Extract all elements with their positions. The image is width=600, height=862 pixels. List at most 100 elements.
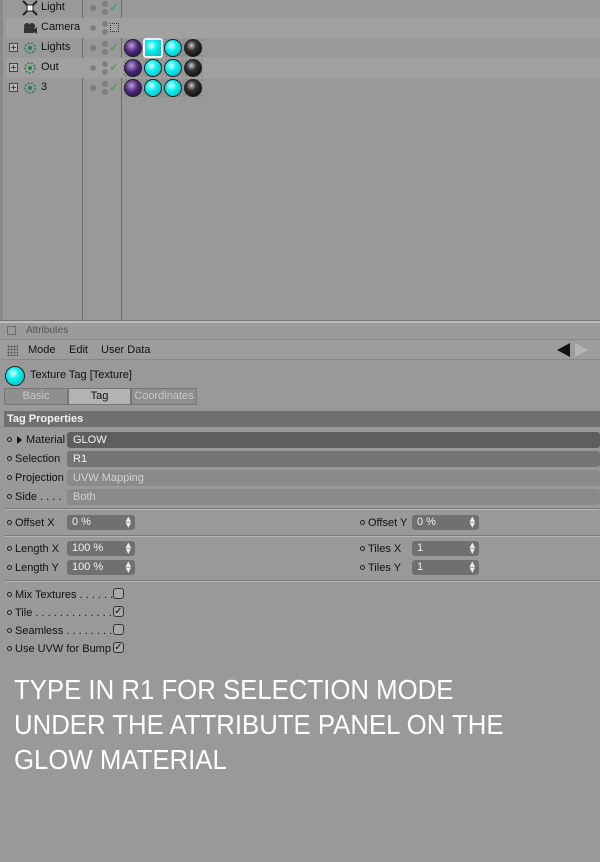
visibility-dots[interactable]: ✓ [88, 60, 122, 75]
enabled-check-icon[interactable]: ✓ [109, 0, 119, 14]
animation-dot-icon[interactable] [360, 520, 365, 525]
offset-y-stepper[interactable]: 0 % ▲ ▼ [412, 515, 479, 530]
grip-icon[interactable] [7, 345, 18, 356]
animation-dot-icon[interactable] [7, 437, 12, 442]
mix-textures-property: Mix Textures . . . . . . [7, 587, 207, 604]
projection-dropdown[interactable]: UVW Mapping [67, 470, 600, 486]
texture-tag-purple[interactable] [124, 59, 142, 77]
animation-dot-icon[interactable] [7, 565, 12, 570]
visibility-dots[interactable]: ✓ [88, 80, 122, 95]
texture-tag-black[interactable] [184, 79, 202, 97]
texture-tag-purple[interactable] [124, 79, 142, 97]
visibility-dots[interactable] [88, 21, 122, 35]
enabled-check-icon[interactable]: ✓ [109, 80, 119, 94]
animation-dot-icon[interactable] [7, 646, 12, 651]
render-visibility-dot [102, 89, 108, 95]
back-arrow-icon[interactable] [557, 343, 570, 357]
offset-x-stepper[interactable]: 0 % ▲ ▼ [67, 515, 135, 530]
expand-icon[interactable]: + [9, 83, 18, 92]
tile-checkbox[interactable]: ✓ [113, 606, 124, 617]
object-row-camera[interactable]: Camera [6, 18, 600, 38]
texture-tag-black[interactable] [184, 59, 202, 77]
menu-mode[interactable]: Mode [28, 344, 56, 356]
enabled-check-icon[interactable]: ✓ [109, 40, 119, 54]
object-label: Texture Tag [Texture] [30, 369, 132, 381]
tiles-x-stepper[interactable]: 1 ▲ ▼ [412, 541, 479, 556]
texture-tag-cyan[interactable] [164, 39, 182, 57]
length-y-stepper[interactable]: 100 % ▲ ▼ [67, 560, 135, 575]
render-visibility-dot [102, 29, 108, 35]
animation-dot-icon[interactable] [7, 494, 12, 499]
texture-tag-cyan[interactable] [164, 79, 182, 97]
menu-user-data[interactable]: User Data [101, 344, 151, 356]
mix-textures-checkbox[interactable] [113, 588, 124, 599]
render-visibility-dot [102, 61, 108, 67]
stepper-arrows-icon[interactable]: ▲ ▼ [126, 516, 131, 529]
stepper-arrows-icon[interactable]: ▲ ▼ [470, 516, 475, 529]
object-row-3[interactable]: + 3 ✓ [6, 78, 600, 98]
texture-tag-cyan[interactable] [144, 79, 162, 97]
section-title: Tag Properties [4, 411, 600, 427]
animation-dot-icon[interactable] [7, 546, 12, 551]
selection-input[interactable]: R1 [67, 451, 600, 467]
material-field[interactable]: GLOW [67, 432, 600, 448]
length-y-value: 100 % [72, 561, 104, 573]
render-visibility-dot [102, 81, 108, 87]
object-manager: Light ✓ Camera + Lights ✓ + Out ✓ + 3 ✓ [0, 0, 600, 320]
texture-tag-glow[interactable] [143, 38, 163, 58]
length-x-stepper[interactable]: 100 % ▲ ▼ [67, 541, 135, 556]
editor-visibility-dot [90, 5, 96, 11]
object-row-lights[interactable]: + Lights ✓ [6, 38, 600, 58]
stepper-arrows-icon[interactable]: ▲ ▼ [470, 561, 475, 574]
seamless-label: Seamless . . . . . . . . . [15, 625, 119, 637]
tiles-y-stepper[interactable]: 1 ▲ ▼ [412, 560, 479, 575]
tiles-x-property: Tiles X 1 ▲ ▼ [360, 541, 490, 558]
length-x-value: 100 % [72, 542, 104, 554]
offset-x-value: 0 % [72, 516, 91, 528]
animation-dot-icon[interactable] [7, 456, 12, 461]
expand-icon[interactable]: + [9, 63, 18, 72]
texture-tag-cyan[interactable] [164, 59, 182, 77]
offset-y-value: 0 % [417, 516, 436, 528]
enabled-check-icon[interactable]: ✓ [109, 60, 119, 74]
object-name: Out [41, 61, 59, 73]
stepper-arrows-icon[interactable]: ▲ ▼ [126, 542, 131, 555]
material-sphere-icon [5, 366, 25, 386]
null-group-icon [22, 80, 38, 96]
tab-coordinates[interactable]: Coordinates [131, 388, 197, 405]
side-dropdown[interactable]: Both [67, 489, 600, 505]
animation-dot-icon[interactable] [360, 546, 365, 551]
tab-basic[interactable]: Basic [4, 388, 68, 405]
stepper-arrows-icon[interactable]: ▲ ▼ [470, 542, 475, 555]
visibility-dots[interactable]: ✓ [88, 40, 122, 55]
forward-arrow-icon[interactable] [575, 343, 588, 357]
expand-icon[interactable]: + [9, 43, 18, 52]
stepper-arrows-icon[interactable]: ▲ ▼ [126, 561, 131, 574]
animation-dot-icon[interactable] [360, 565, 365, 570]
texture-tag-purple[interactable] [124, 39, 142, 57]
seamless-checkbox[interactable] [113, 624, 124, 635]
camera-target-icon[interactable] [110, 23, 119, 32]
texture-tag-cyan[interactable] [144, 59, 162, 77]
animation-dot-icon[interactable] [7, 592, 12, 597]
editor-visibility-dot [90, 65, 96, 71]
animation-dot-icon[interactable] [7, 520, 12, 525]
object-row-out[interactable]: + Out ✓ [6, 58, 600, 78]
expand-triangle-icon[interactable] [17, 436, 22, 444]
projection-label: Projection [15, 472, 64, 484]
visibility-dots[interactable]: ✓ [88, 0, 122, 15]
editor-visibility-dot [90, 85, 96, 91]
use-uvw-bump-checkbox[interactable]: ✓ [113, 642, 124, 653]
animation-dot-icon[interactable] [7, 628, 12, 633]
tab-tag[interactable]: Tag [68, 388, 131, 405]
use-uvw-bump-label: Use UVW for Bump [15, 643, 111, 655]
animation-dot-icon[interactable] [7, 610, 12, 615]
animation-dot-icon[interactable] [7, 475, 12, 480]
texture-tag-black[interactable] [184, 39, 202, 57]
light-icon [22, 0, 38, 16]
offset-x-property: Offset X 0 % ▲ ▼ [7, 515, 147, 532]
object-row-light[interactable]: Light ✓ [6, 0, 600, 18]
menu-edit[interactable]: Edit [69, 344, 88, 356]
panel-toggle-icon[interactable] [7, 326, 16, 335]
null-group-icon [22, 60, 38, 76]
